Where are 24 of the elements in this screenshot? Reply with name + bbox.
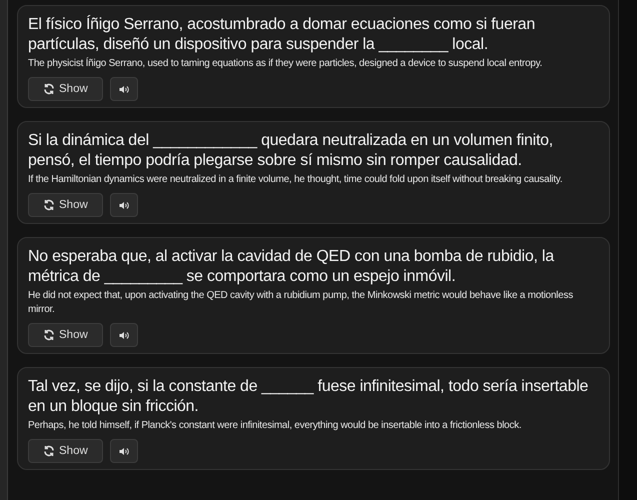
audio-button[interactable]: [110, 323, 138, 347]
speaker-icon: [118, 330, 129, 340]
sentence-text: Si la dinámica del ____________ quedara neutralizada en un volumen finito, pensó, el tiempo podría plegarse sobre sí mismo sin romper causalidad.: [28, 131, 554, 171]
sentence-text: No esperaba que, al activar la cavidad de QED con una bomba de rubidio, la métrica de _________ se comportara como un espejo inmóvil.: [28, 247, 556, 287]
translation-text: He did not expect that, upon activating the QED cavity with a rubidium pump, the Minkowski metric would behave like a motionless mirror.: [28, 289, 574, 317]
audio-button[interactable]: [110, 439, 138, 463]
translation-text: If the Hamiltonian dynamics were neutralized in a finite volume, he thought, time could fold upon itself without breaking causality.: [28, 173, 564, 187]
show-button[interactable]: Show: [28, 323, 103, 347]
sentence-text: El físico Íñigo Serrano, acostumbrado a domar ecuaciones como si fueran partículas, diseñó un dispositivo para suspender la ________ local.: [28, 15, 536, 55]
show-button[interactable]: Show: [28, 193, 103, 217]
refresh-icon: [43, 329, 55, 341]
translation-text: Perhaps, he told himself, if Planck's constant were infinitesimal, everything would be insertable into a frictionless block.: [28, 419, 522, 433]
refresh-icon: [43, 445, 55, 457]
translation-text: The physicist Íñigo Serrano, used to taming equations as if they were particles, designed a device to suspend local entropy.: [28, 57, 544, 71]
show-button[interactable]: Show: [28, 439, 103, 463]
audio-button[interactable]: [110, 77, 138, 101]
audio-button[interactable]: [110, 193, 138, 217]
refresh-icon: [43, 199, 55, 211]
show-button[interactable]: Show: [28, 77, 103, 101]
speaker-icon: [118, 84, 129, 94]
speaker-icon: [118, 446, 129, 456]
refresh-icon: [43, 83, 55, 95]
sentence-text: Tal vez, se dijo, si la constante de ______ fuese infinitesimal, todo sería insertable en un bloque sin fricción.: [28, 377, 590, 417]
speaker-icon: [118, 200, 129, 210]
